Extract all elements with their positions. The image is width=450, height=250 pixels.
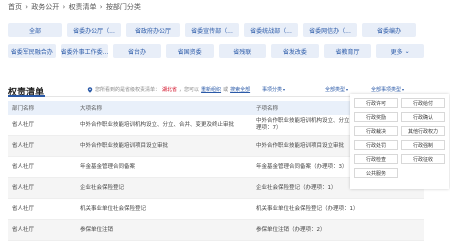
department-button[interactable]: 省委办公厅（...: [67, 23, 121, 37]
filter-label: 事项分类: [262, 87, 283, 93]
breadcrumb-current: 按部门分类: [105, 3, 141, 11]
header-department: 部门名称: [12, 106, 35, 112]
department-button[interactable]: 省委外事工作委...: [60, 44, 109, 58]
hint-prefix: 您所看到的是省级权责清单：: [95, 87, 161, 93]
option-administrative-levy[interactable]: 行政征收: [401, 154, 445, 164]
department-button[interactable]: 省教育厅: [323, 44, 372, 58]
department-button[interactable]: 省委军民融合办: [8, 44, 56, 58]
item-type-filter[interactable]: 全部事项类型▾: [371, 86, 404, 93]
department-button[interactable]: 省残联: [218, 44, 267, 58]
header-item: 大项名称: [80, 106, 103, 112]
department-row: 全部 省委办公厅（... 省政府办公厅 省委宣传部（... 省委统战部（... …: [8, 23, 424, 37]
option-administrative-license[interactable]: 行政许可: [354, 98, 398, 108]
department-cell: 省人社厅: [12, 142, 35, 149]
filter-label: 全部类型: [325, 87, 346, 93]
breadcrumb-gov-open[interactable]: 政务公开: [31, 3, 59, 11]
chevron-down-icon: ⌄: [404, 47, 410, 55]
department-button[interactable]: 省台办: [113, 44, 161, 58]
breadcrumb: 首页 › 政务公开 › 权责清单 › 按部门分类: [8, 2, 142, 12]
caret-down-icon: ▾: [402, 87, 405, 92]
department-cell: 省人社厅: [12, 121, 35, 128]
option-administrative-inspection[interactable]: 行政检查: [354, 154, 398, 164]
item-cell[interactable]: 企业社会保险登记: [78, 185, 254, 192]
filter-label: 全部事项类型: [371, 87, 402, 93]
department-row: 省委军民融合办 省委外事工作委... 省台办 省国资委 省残联 省发改委 省教育…: [8, 44, 424, 58]
department-button[interactable]: 省委网信办（...: [303, 23, 357, 37]
option-administrative-payment[interactable]: 行政给付: [401, 98, 445, 108]
option-administrative-reward[interactable]: 行政奖励: [354, 112, 398, 122]
more-label: 更多: [390, 48, 403, 56]
department-button[interactable]: 省委统战部（...: [244, 23, 298, 37]
table-row[interactable]: 省人社厅 参保单位注销 参保单位注销（办理项：2）: [8, 220, 424, 241]
department-button[interactable]: 省委编办: [362, 23, 416, 37]
breadcrumb-separator: ›: [62, 3, 66, 11]
type-filter[interactable]: 全部类型▾: [325, 86, 348, 93]
item-cell[interactable]: 中外合作职业技能培训项目设立审批: [78, 143, 254, 150]
department-button-all[interactable]: 全部: [8, 23, 62, 37]
option-public-service[interactable]: 公共服务: [354, 168, 398, 178]
item-cell[interactable]: 中外合作职业技能培训机构设立、分立、合并、变更及终止审批: [78, 122, 254, 129]
breadcrumb-separator: ›: [25, 3, 29, 11]
item-type-options: 行政许可 行政给付 行政奖励 行政确认 行政裁决 其他行政权力 行政处罚 行政强…: [354, 98, 445, 178]
option-administrative-ruling[interactable]: 行政裁决: [354, 126, 398, 136]
department-button[interactable]: 省政府办公厅: [126, 23, 180, 37]
caret-down-icon: ▾: [346, 87, 349, 92]
location-hint: 您所看到的是省级权责清单： 湖北省 ，您可以 重新组织 或 搜索全部: [87, 86, 250, 93]
more-departments-button[interactable]: 更多 ⌄: [376, 44, 424, 58]
option-administrative-coercion[interactable]: 行政强制: [401, 140, 445, 150]
department-button[interactable]: 省国资委: [165, 44, 214, 58]
breadcrumb-home[interactable]: 首页: [8, 3, 22, 11]
hint-department: 湖北省: [162, 87, 178, 93]
breadcrumb-power-list[interactable]: 权责清单: [69, 3, 97, 11]
department-cell: 省人社厅: [12, 205, 35, 212]
section-title-underline: [8, 95, 45, 97]
subitem-cell[interactable]: 机关事业单位社会保险登记（办理项：1）: [254, 206, 424, 213]
search-all-link[interactable]: 搜索全部: [230, 86, 250, 93]
option-administrative-confirmation[interactable]: 行政确认: [401, 112, 445, 122]
department-cell: 省人社厅: [12, 226, 35, 233]
department-button[interactable]: 省委宣传部（...: [185, 23, 239, 37]
table-row[interactable]: 省人社厅 机关事业单位社会保险登记 机关事业单位社会保险登记（办理项：1）: [8, 199, 424, 220]
item-type-dropdown: 行政许可 行政给付 行政奖励 行政确认 行政裁决 其他行政权力 行政处罚 行政强…: [350, 94, 449, 189]
department-cell: 省人社厅: [12, 184, 35, 191]
breadcrumb-separator: ›: [99, 3, 103, 11]
option-administrative-penalty[interactable]: 行政处罚: [354, 140, 398, 150]
hint-middle: ，您可以: [179, 87, 200, 93]
department-filter-grid: 全部 省委办公厅（... 省政府办公厅 省委宣传部（... 省委统战部（... …: [8, 23, 424, 65]
department-cell: 省人社厅: [12, 163, 35, 170]
caret-down-icon: ▾: [283, 87, 286, 92]
option-other-power[interactable]: 其他行政权力: [401, 126, 445, 136]
item-cell[interactable]: 年金基金管理合同备案: [78, 164, 254, 171]
location-pin-icon: [87, 86, 93, 93]
department-button[interactable]: 省发改委: [271, 44, 319, 58]
hint-separator: 或: [223, 87, 229, 93]
item-category-filter[interactable]: 事项分类▾: [262, 86, 285, 93]
item-cell[interactable]: 机关事业单位社会保险登记: [78, 206, 254, 213]
subitem-cell[interactable]: 参保单位注销（办理项：2）: [254, 227, 424, 234]
item-cell[interactable]: 参保单位注销: [78, 227, 254, 234]
reorganize-link[interactable]: 重新组织: [201, 86, 221, 93]
